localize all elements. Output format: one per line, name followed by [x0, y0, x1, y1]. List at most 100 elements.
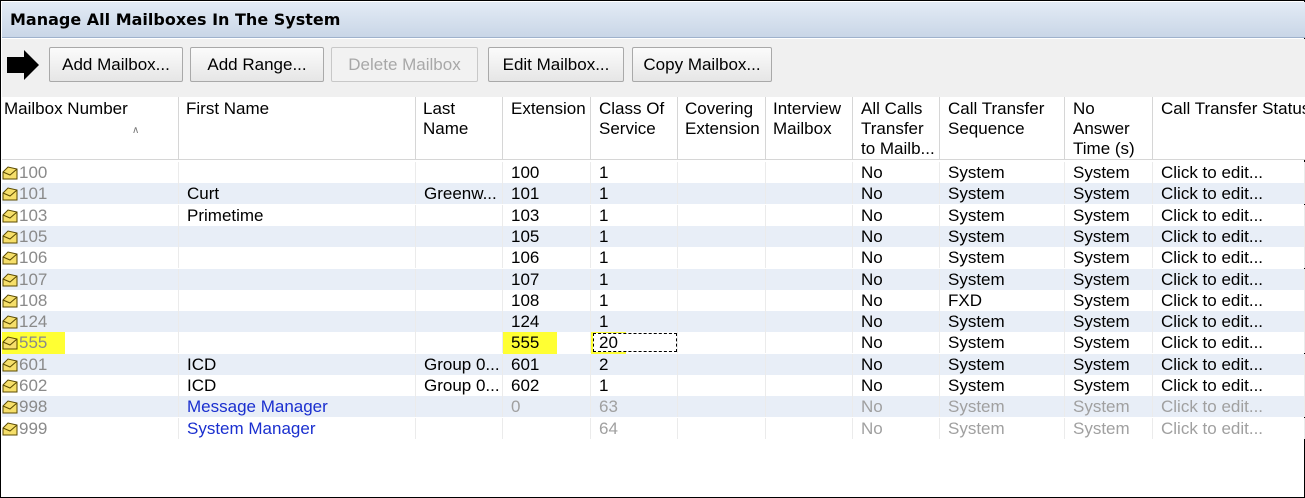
col-header-no-answer-time[interactable]: No Answer Time (s)	[1065, 97, 1153, 160]
table-row[interactable]: 124 124 1 No System System Click to edit...	[2, 311, 1305, 333]
cell-class-of-service[interactable]: 20	[591, 332, 678, 354]
cell-covering-extension[interactable]	[678, 268, 766, 290]
delete-mailbox-button[interactable]: Delete Mailbox	[331, 47, 478, 82]
col-header-last-name[interactable]: Last Name	[416, 97, 503, 160]
cell-no-answer-time[interactable]: System	[1065, 353, 1153, 375]
cell-no-answer-time[interactable]: System	[1065, 289, 1153, 311]
cell-call-transfer-sequence[interactable]: System	[940, 332, 1065, 354]
cell-all-calls-transfer[interactable]: No	[853, 268, 940, 290]
cell-extension[interactable]: 106	[503, 247, 591, 269]
cell-call-transfer-sequence[interactable]: System	[940, 375, 1065, 396]
cell-mailbox-number[interactable]: 107	[2, 268, 179, 290]
table-row[interactable]: 999 System Manager 64 No System System Click t…	[2, 417, 1305, 439]
cell-interview-mailbox[interactable]	[766, 396, 853, 418]
cell-call-transfer-status[interactable]: Click to edit...	[1153, 289, 1305, 311]
table-row[interactable]: 602 ICD Group 0... 602 1 No System System Click …	[2, 375, 1305, 396]
cell-mailbox-number[interactable]: 998	[2, 396, 179, 418]
cell-class-of-service[interactable]: 1	[591, 268, 678, 290]
table-row[interactable]: 601 ICD Group 0... 601 2 No System System Click …	[2, 353, 1305, 375]
cell-class-of-service[interactable]: 1	[591, 289, 678, 311]
cell-last-name[interactable]	[416, 268, 503, 290]
cell-call-transfer-sequence[interactable]: System	[940, 353, 1065, 375]
cell-mailbox-number[interactable]: 999	[2, 417, 179, 439]
cell-all-calls-transfer[interactable]: No	[853, 247, 940, 269]
cell-last-name[interactable]: Group 0...	[416, 353, 503, 375]
cell-first-name[interactable]: System Manager	[179, 417, 416, 439]
cell-mailbox-number[interactable]: 108	[2, 289, 179, 311]
cell-interview-mailbox[interactable]	[766, 417, 853, 439]
cell-extension[interactable]	[503, 417, 591, 439]
cell-extension[interactable]: 602	[503, 375, 591, 396]
cell-class-of-service[interactable]: 63	[591, 396, 678, 418]
copy-mailbox-button[interactable]: Copy Mailbox...	[632, 47, 772, 82]
cell-class-of-service[interactable]: 1	[591, 225, 678, 247]
cell-class-of-service[interactable]: 1	[591, 183, 678, 205]
cell-last-name[interactable]: Greenw...	[416, 183, 503, 205]
cell-call-transfer-sequence[interactable]: System	[940, 183, 1065, 205]
cell-call-transfer-sequence[interactable]: System	[940, 204, 1065, 226]
cell-class-of-service[interactable]: 2	[591, 353, 678, 375]
cell-first-name[interactable]	[179, 332, 416, 354]
table-row[interactable]: 106 106 1 No System System Click to edit...	[2, 247, 1305, 269]
table-row[interactable]: 103 Primetime 103 1 No System System Click to e…	[2, 204, 1305, 226]
cell-call-transfer-status[interactable]: Click to edit...	[1153, 375, 1305, 396]
cell-call-transfer-sequence[interactable]: FXD	[940, 289, 1065, 311]
cell-last-name[interactable]	[416, 247, 503, 269]
cell-first-name[interactable]	[179, 311, 416, 333]
cell-all-calls-transfer[interactable]: No	[853, 204, 940, 226]
cell-call-transfer-sequence[interactable]: System	[940, 268, 1065, 290]
cell-call-transfer-status[interactable]: Click to edit...	[1153, 332, 1305, 354]
cell-extension[interactable]: 105	[503, 225, 591, 247]
cell-call-transfer-status[interactable]: Click to edit...	[1153, 417, 1305, 439]
add-range-button[interactable]: Add Range...	[190, 47, 324, 82]
cell-interview-mailbox[interactable]	[766, 247, 853, 269]
cell-all-calls-transfer[interactable]: No	[853, 353, 940, 375]
cell-mailbox-number[interactable]: 601	[2, 353, 179, 375]
cell-last-name[interactable]	[416, 311, 503, 333]
table-row[interactable]: 998 Message Manager 0 63 No System System Click…	[2, 396, 1305, 418]
cell-covering-extension[interactable]	[678, 225, 766, 247]
cell-call-transfer-sequence[interactable]: System	[940, 162, 1065, 183]
cell-all-calls-transfer[interactable]: No	[853, 417, 940, 439]
cell-all-calls-transfer[interactable]: No	[853, 183, 940, 205]
cell-first-name[interactable]	[179, 289, 416, 311]
col-header-covering-extension[interactable]: Covering Extension	[678, 97, 766, 160]
cell-call-transfer-status[interactable]: Click to edit...	[1153, 353, 1305, 375]
add-mailbox-button[interactable]: Add Mailbox...	[49, 47, 183, 82]
cell-last-name[interactable]	[416, 289, 503, 311]
cell-interview-mailbox[interactable]	[766, 183, 853, 205]
cell-covering-extension[interactable]	[678, 332, 766, 354]
cell-last-name[interactable]	[416, 162, 503, 183]
cell-call-transfer-status[interactable]: Click to edit...	[1153, 204, 1305, 226]
cell-last-name[interactable]	[416, 225, 503, 247]
cell-interview-mailbox[interactable]	[766, 311, 853, 333]
cell-interview-mailbox[interactable]	[766, 332, 853, 354]
cell-all-calls-transfer[interactable]: No	[853, 375, 940, 396]
cell-covering-extension[interactable]	[678, 396, 766, 418]
cell-call-transfer-status[interactable]: Click to edit...	[1153, 396, 1305, 418]
cell-call-transfer-status[interactable]: Click to edit...	[1153, 183, 1305, 205]
cell-all-calls-transfer[interactable]: No	[853, 225, 940, 247]
cell-class-of-service[interactable]: 1	[591, 311, 678, 333]
cell-no-answer-time[interactable]: System	[1065, 417, 1153, 439]
cell-extension[interactable]: 107	[503, 268, 591, 290]
cell-no-answer-time[interactable]: System	[1065, 268, 1153, 290]
col-header-extension[interactable]: Extension	[503, 97, 591, 160]
cell-mailbox-number[interactable]: 105	[2, 225, 179, 247]
cell-covering-extension[interactable]	[678, 162, 766, 183]
cell-call-transfer-status[interactable]: Click to edit...	[1153, 247, 1305, 269]
cell-mailbox-number[interactable]: 602	[2, 375, 179, 396]
cell-covering-extension[interactable]	[678, 247, 766, 269]
col-header-first-name[interactable]: First Name	[179, 97, 416, 160]
cell-extension[interactable]: 101	[503, 183, 591, 205]
cell-call-transfer-sequence[interactable]: System	[940, 225, 1065, 247]
cell-covering-extension[interactable]	[678, 375, 766, 396]
cell-last-name[interactable]	[416, 396, 503, 418]
cell-extension[interactable]: 555	[503, 332, 591, 354]
cell-class-of-service[interactable]: 1	[591, 204, 678, 226]
cell-first-name[interactable]: Primetime	[179, 204, 416, 226]
cell-covering-extension[interactable]	[678, 204, 766, 226]
cell-mailbox-number[interactable]: 555	[2, 332, 179, 354]
cell-covering-extension[interactable]	[678, 353, 766, 375]
cell-first-name[interactable]: ICD	[179, 353, 416, 375]
